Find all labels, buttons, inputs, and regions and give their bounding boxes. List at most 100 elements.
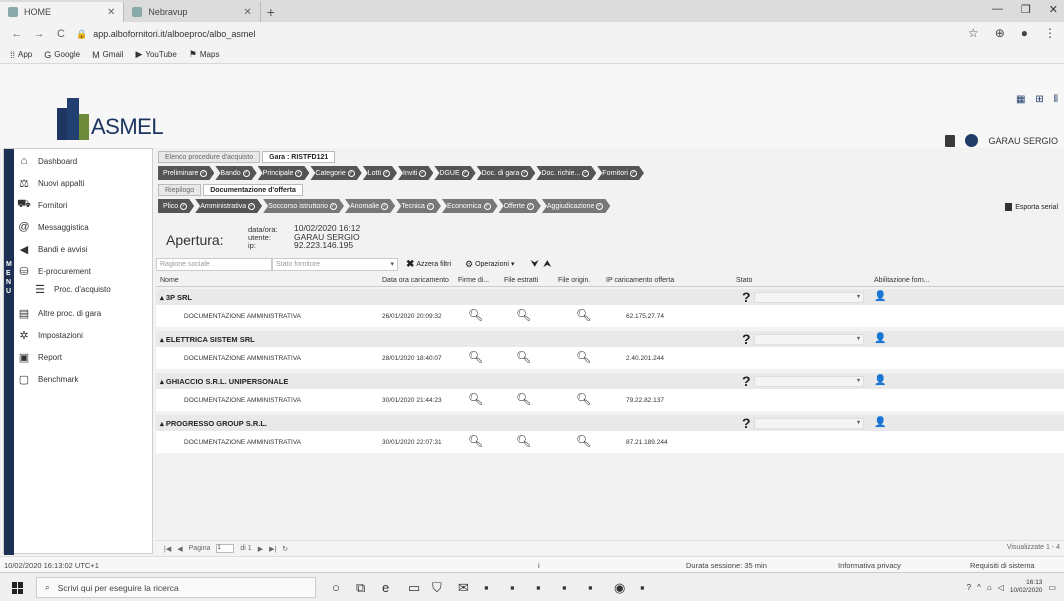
col-abilitazione[interactable]: Abilitazione forn... (874, 277, 930, 284)
sidebar-item-altre-proc[interactable]: ▤ Altre proc. di gara (18, 303, 101, 323)
app-icon[interactable]: ▪ (484, 580, 489, 595)
stato-select[interactable]: ▾ (754, 292, 864, 303)
search-icon[interactable]: 🔍︎ (468, 308, 483, 322)
table-row[interactable]: DOCUMENTAZIONE AMMINISTRATIVA 30/01/2020… (156, 389, 1064, 411)
tab-elenco-procedure[interactable]: Elenco procedure d'acquisto (158, 151, 261, 163)
close-icon[interactable]: ✕ (243, 7, 251, 18)
url-field[interactable]: 🔒 app.albofornitori.it/alboeproc/albo_as… (76, 29, 906, 40)
group-row[interactable]: ▴ GHIACCIO S.R.L. UNIPERSONALE ? ▾ 👤 (156, 373, 1064, 389)
reset-filters-button[interactable]: ✖ Azzera filtri (406, 259, 451, 270)
group-row[interactable]: ▴ 3P SRL ? ▾ 👤 (156, 289, 1064, 305)
tab-gara[interactable]: Gara : RISTFD121 (262, 151, 336, 163)
sidebar-item-proc-acquisto[interactable]: ☰ Proc. d'acquisto (34, 279, 111, 299)
prev-page-icon[interactable]: ◀ (177, 545, 182, 553)
network-icon[interactable]: ⌂ (987, 583, 992, 592)
user-icon[interactable]: 👤 (874, 375, 886, 386)
search-icon[interactable]: 🔍︎ (576, 308, 591, 322)
edge-icon[interactable]: e (382, 580, 389, 595)
user-icon[interactable]: 👤 (874, 333, 886, 344)
app-icon[interactable]: ▪ (562, 580, 567, 595)
sidebar-item-impostazioni[interactable]: ✲ Impostazioni (18, 325, 83, 345)
col-stato[interactable]: Stato (736, 277, 752, 284)
grid-icon[interactable]: ▦ (1016, 94, 1025, 105)
search-icon[interactable]: 🔍︎ (468, 350, 483, 364)
notifications-icon[interactable]: ▭ (1048, 583, 1056, 592)
col-ip[interactable]: IP caricamento offerta (606, 277, 674, 284)
stato-fornitore-filter[interactable]: Stato fornitore ▾ (272, 257, 398, 271)
cortana-icon[interactable]: ○ (332, 580, 340, 595)
step-soccorso[interactable]: Soccorso istruttorio ✓ (263, 199, 344, 213)
reload-icon[interactable]: C (54, 28, 68, 40)
task-view-icon[interactable]: ⧉ (356, 580, 365, 596)
bookmark-maps[interactable]: ⚑ Maps (189, 49, 220, 60)
privacy-link[interactable]: Informativa privacy (838, 561, 901, 570)
step-plico[interactable]: Plico ✓ (158, 199, 194, 213)
app-icon[interactable]: ▪ (510, 580, 515, 595)
step-doc-richieste[interactable]: Doc. richie... ✓ (536, 166, 596, 180)
page-input[interactable]: 1 (216, 544, 235, 553)
group-row[interactable]: ▴ ELETTRICA SISTEM SRL ? ▾ 👤 (156, 331, 1064, 347)
bookmark-gmail[interactable]: M Gmail (92, 50, 123, 60)
forward-icon[interactable]: → (32, 28, 46, 40)
minimize-icon[interactable]: — (992, 3, 1003, 16)
mail-icon[interactable]: ✉ (458, 580, 469, 596)
refresh-icon[interactable]: ↻ (282, 545, 288, 553)
tab-documentazione-offerta[interactable]: Documentazione d'offerta (203, 184, 303, 196)
col-data-ora[interactable]: Data ora caricamento (382, 277, 449, 284)
sidebar-item-report[interactable]: ▣ Report (18, 347, 62, 367)
user-icon[interactable]: 👤 (874, 417, 886, 428)
step-amministrativa[interactable]: Amministrativa ✓ (195, 199, 262, 213)
chrome-icon[interactable]: ◉ (614, 580, 625, 596)
search-icon[interactable]: 🔍︎ (576, 392, 591, 406)
app-icon[interactable]: ▪ (536, 580, 541, 595)
close-icon[interactable]: ✕ (107, 7, 115, 18)
step-categorie[interactable]: Categorie ✓ (310, 166, 361, 180)
translate-icon[interactable]: ⊕ (995, 26, 1005, 40)
user-icon[interactable]: 👤 (874, 291, 886, 302)
table-row[interactable]: DOCUMENTAZIONE AMMINISTRATIVA 30/01/2020… (156, 431, 1064, 453)
windows-start-icon[interactable] (12, 582, 24, 594)
collapse-all-button[interactable]: ⮝ (543, 259, 552, 270)
search-icon[interactable]: 🔍︎ (576, 350, 591, 364)
step-preliminare[interactable]: Preliminare ✓ (158, 166, 214, 180)
first-page-icon[interactable]: |◀ (164, 545, 171, 553)
bookmark-youtube[interactable]: ▶ YouTube (135, 49, 176, 60)
sidebar-item-eprocurement[interactable]: ⛁ E-procurement (18, 261, 91, 281)
sidebar-item-benchmark[interactable]: ▢ Benchmark (18, 369, 79, 389)
col-nome[interactable]: Nome (160, 277, 179, 284)
close-window-icon[interactable]: ✕ (1049, 3, 1058, 16)
stato-select[interactable]: ▾ (754, 376, 864, 387)
export-button[interactable]: Esporta serial (1005, 203, 1058, 211)
explorer-icon[interactable]: ▭ (408, 580, 420, 596)
step-aggiudicazione[interactable]: Aggiudicazione ✓ (542, 199, 610, 213)
next-page-icon[interactable]: ▶ (258, 545, 263, 553)
sidebar-item-fornitori[interactable]: ⛟ Fornitori (17, 195, 67, 215)
stato-select[interactable]: ▾ (754, 418, 864, 429)
step-anomalie[interactable]: Anomalie ✓ (345, 199, 395, 213)
sidebar-item-bandi[interactable]: ◀ Bandi e avvisi (18, 239, 88, 259)
new-tab-button[interactable]: + (261, 2, 281, 22)
step-fornitori[interactable]: Fornitori ✓ (597, 166, 644, 180)
step-lotti[interactable]: Lotti ✓ (363, 166, 397, 180)
step-bando[interactable]: Bando ✓ (215, 166, 256, 180)
col-file-estratti[interactable]: File estratti (504, 277, 538, 284)
sitemap-icon[interactable]: ⊞ (1035, 94, 1043, 105)
step-inviti[interactable]: Inviti ✓ (398, 166, 433, 180)
step-doc-gara[interactable]: Doc. di gara ✓ (477, 166, 536, 180)
app-icon[interactable]: ▪ (588, 580, 593, 595)
sidebar-item-messaggistica[interactable]: @ Messaggistica (18, 217, 88, 237)
menu-toggle[interactable]: M E N U (4, 149, 14, 555)
table-row[interactable]: DOCUMENTAZIONE AMMINISTRATIVA 26/01/2020… (156, 305, 1064, 327)
user-name[interactable]: GARAU SERGIO (988, 136, 1058, 146)
columns-icon[interactable]: ⫴ (1054, 94, 1058, 105)
volume-icon[interactable]: ◁ (998, 583, 1004, 592)
group-row[interactable]: ▴ PROGRESSO GROUP S.R.L. ? ▾ 👤 (156, 415, 1064, 431)
star-icon[interactable]: ☆ (968, 26, 979, 40)
sidebar-item-nuovi-appalti[interactable]: ⚖ Nuovi appalti (18, 173, 84, 193)
search-icon[interactable]: 🔍︎ (468, 392, 483, 406)
search-icon[interactable]: 🔍︎ (516, 308, 531, 322)
asmel-logo[interactable]: ASMEL (55, 92, 165, 144)
search-icon[interactable]: 🔍︎ (576, 434, 591, 448)
search-icon[interactable]: 🔍︎ (516, 392, 531, 406)
profile-icon[interactable]: ● (1021, 26, 1028, 40)
